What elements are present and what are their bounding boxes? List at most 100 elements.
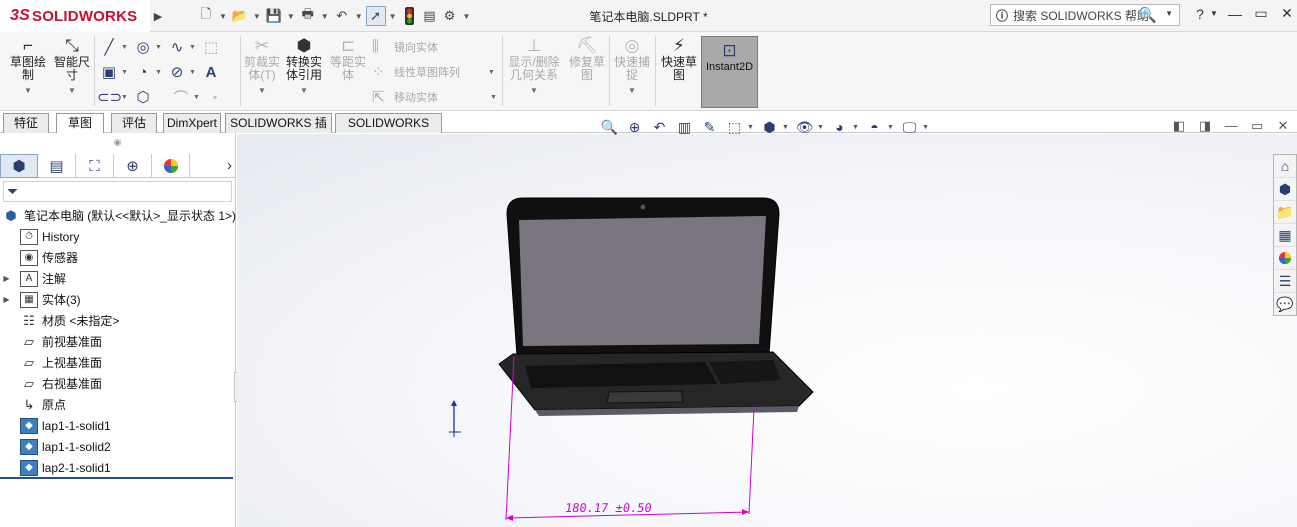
search-dropdown-icon[interactable]: ▼: [1165, 9, 1173, 18]
tree-item-top-plane[interactable]: ▱ 上视基准面: [0, 352, 236, 373]
new-document-icon[interactable]: 🗋: [196, 6, 216, 26]
tab-features[interactable]: 特征: [3, 113, 49, 133]
save-icon[interactable]: 💾: [264, 6, 284, 26]
solidworks-logo[interactable]: 3S SOLIDWORKS: [0, 0, 150, 32]
smart-dimension-dropdown-icon[interactable]: ▼: [50, 84, 94, 97]
apply-scene-icon[interactable]: ◓: [862, 119, 887, 135]
fillet-dropdown-icon[interactable]: ▼: [193, 94, 203, 101]
rectangle-icon[interactable]: ▣: [97, 63, 121, 81]
text-icon[interactable]: A: [199, 64, 223, 81]
help-dropdown-icon[interactable]: ▼: [1210, 9, 1222, 18]
custom-properties-icon[interactable]: ☰: [1274, 270, 1296, 293]
property-manager-tab-icon[interactable]: ▤: [38, 154, 76, 178]
tree-item-right-plane[interactable]: ▱ 右视基准面: [0, 373, 236, 394]
view-orientation-dropdown-icon[interactable]: ▼: [747, 124, 757, 131]
rapid-sketch-button[interactable]: ⚡ 快速草 图: [657, 36, 701, 82]
configuration-manager-tab-icon[interactable]: ⛶: [76, 154, 114, 178]
arc-icon[interactable]: ◔: [131, 64, 155, 81]
rollback-bar[interactable]: [0, 477, 233, 479]
offset-entities-button[interactable]: ⊏ 等距实 体: [326, 36, 370, 82]
tree-item-history[interactable]: ⏱ History: [0, 226, 236, 247]
feature-manager-tab-icon[interactable]: ⬢: [0, 154, 38, 178]
convert-entities-button[interactable]: ⬢ 转换实 体引用 ▼: [282, 36, 326, 97]
spline-icon[interactable]: ∿: [165, 38, 189, 56]
save-dropdown-icon[interactable]: ▼: [287, 12, 295, 21]
search-input[interactable]: 搜索 SOLIDWORKS 帮助: [1013, 7, 1149, 24]
circle-dropdown-icon[interactable]: ▼: [155, 44, 165, 51]
options-gear-icon[interactable]: ⚙: [440, 6, 460, 26]
open-dropdown-icon[interactable]: ▼: [253, 12, 261, 21]
tree-item-front-plane[interactable]: ▱ 前视基准面: [0, 331, 236, 352]
panel-more-chevron-icon[interactable]: ›: [227, 157, 232, 174]
trim-button[interactable]: ✂ 剪裁实 体(T) ▼: [240, 36, 284, 97]
display-relations-button[interactable]: ⊥ 显示/删除 几何关系 ▼: [505, 36, 563, 97]
select-cursor-icon[interactable]: ➚: [365, 6, 386, 26]
slot-icon[interactable]: ⊂⊃: [97, 88, 122, 106]
circle-icon[interactable]: ◎: [131, 38, 155, 56]
display-style-dropdown-icon[interactable]: ▼: [782, 124, 792, 131]
hide-show-dropdown-icon[interactable]: ▼: [817, 124, 827, 131]
relations-dropdown-icon[interactable]: ▼: [505, 84, 563, 97]
tree-item-solid-body[interactable]: ◆ lap2-1-solid1: [0, 457, 236, 478]
instant2d-button[interactable]: ⊡ Instant2D: [701, 36, 758, 108]
move-entities-button[interactable]: ⇱ 移动实体 ▼: [372, 88, 497, 106]
help-search-box[interactable]: ⓘ 搜索 SOLIDWORKS 帮助 🔍 ▼: [990, 4, 1180, 26]
section-view-icon[interactable]: ▥: [672, 119, 697, 136]
rebuild-traffic-light-icon[interactable]: [400, 6, 420, 26]
rectangle-dropdown-icon[interactable]: ▼: [121, 69, 131, 76]
point-icon[interactable]: ▫: [203, 92, 227, 102]
view-settings-icon[interactable]: 🖵: [897, 119, 922, 136]
open-folder-icon[interactable]: 📂: [230, 6, 250, 26]
viewport-restore-button[interactable]: ▭: [1244, 118, 1270, 134]
tab-solidworks-addins[interactable]: SOLIDWORKS 插件: [225, 113, 332, 148]
dimension-value[interactable]: 180.17 ±0.50: [564, 501, 653, 515]
viewport-minimize-button[interactable]: —: [1218, 118, 1244, 134]
close-button[interactable]: ✕: [1274, 5, 1297, 22]
sketch-button[interactable]: ⌐ 草图绘 制 ▼: [6, 36, 50, 97]
panel-grip-icon[interactable]: ◉: [0, 133, 235, 151]
appearance-dropdown-icon[interactable]: ▼: [852, 124, 862, 131]
tree-item-sensors[interactable]: ◉ 传感器: [0, 247, 236, 268]
tree-item-material[interactable]: ☷ 材质 <未指定>: [0, 310, 236, 331]
snaps-dropdown-icon[interactable]: ▼: [610, 84, 654, 97]
tab-solidworks-mbd[interactable]: SOLIDWORKS MBD: [335, 113, 442, 148]
appearances-icon[interactable]: [1274, 247, 1296, 270]
hide-show-items-icon[interactable]: 👁: [792, 119, 817, 136]
arc-dropdown-icon[interactable]: ▼: [155, 69, 165, 76]
file-properties-icon[interactable]: ▤: [420, 6, 440, 26]
tree-item-solid-bodies[interactable]: ▶ ▦ 实体(3): [0, 289, 236, 310]
minimize-button[interactable]: —: [1222, 6, 1248, 22]
tree-root-part[interactable]: ⬢ 笔记本电脑 (默认<<默认>_显示状态 1>): [0, 205, 236, 226]
line-dropdown-icon[interactable]: ▼: [121, 44, 131, 51]
tree-item-origin[interactable]: ↳ 原点: [0, 394, 236, 415]
move-dropdown-icon[interactable]: ▼: [490, 94, 497, 101]
sketch-dropdown-icon[interactable]: ▼: [6, 84, 50, 97]
undo-icon[interactable]: ↶: [332, 6, 352, 26]
search-icon[interactable]: 🔍: [1138, 6, 1157, 24]
tree-filter-field[interactable]: ⏷: [3, 181, 232, 202]
convert-dropdown-icon[interactable]: ▼: [282, 84, 326, 97]
view-settings-dropdown-icon[interactable]: ▼: [922, 124, 932, 131]
edit-appearance-icon[interactable]: ◕: [827, 119, 852, 135]
fillet-icon[interactable]: ⌒: [169, 87, 193, 108]
dimension-lines[interactable]: [497, 344, 767, 524]
ellipse-dropdown-icon[interactable]: ▼: [189, 69, 199, 76]
viewport-forward-icon[interactable]: ◨: [1192, 118, 1218, 134]
viewport-close-button[interactable]: ✕: [1270, 118, 1296, 134]
linear-pattern-dropdown-icon[interactable]: ▼: [488, 69, 495, 76]
home-icon[interactable]: ⌂: [1274, 155, 1296, 178]
tree-item-solid-body[interactable]: ◆ lap1-1-solid1: [0, 415, 236, 436]
scene-dropdown-icon[interactable]: ▼: [887, 124, 897, 131]
view-orientation-icon[interactable]: ⬚: [722, 119, 747, 136]
quick-snaps-button[interactable]: ◎ 快速捕 捉 ▼: [610, 36, 654, 97]
construction-geometry-icon[interactable]: ⬚: [199, 38, 223, 56]
zoom-to-fit-icon[interactable]: 🔍: [597, 119, 622, 136]
undo-dropdown-icon[interactable]: ▼: [355, 12, 363, 21]
print-icon[interactable]: 🖶: [298, 6, 318, 26]
forum-icon[interactable]: 💬: [1274, 293, 1296, 316]
slot-dropdown-icon[interactable]: ▼: [121, 94, 131, 101]
dimxpert-manager-tab-icon[interactable]: ⊕: [114, 154, 152, 178]
tree-item-annotations[interactable]: ▶ A 注解: [0, 268, 236, 289]
polygon-icon[interactable]: ⬡: [131, 88, 155, 106]
new-dropdown-icon[interactable]: ▼: [219, 12, 227, 21]
